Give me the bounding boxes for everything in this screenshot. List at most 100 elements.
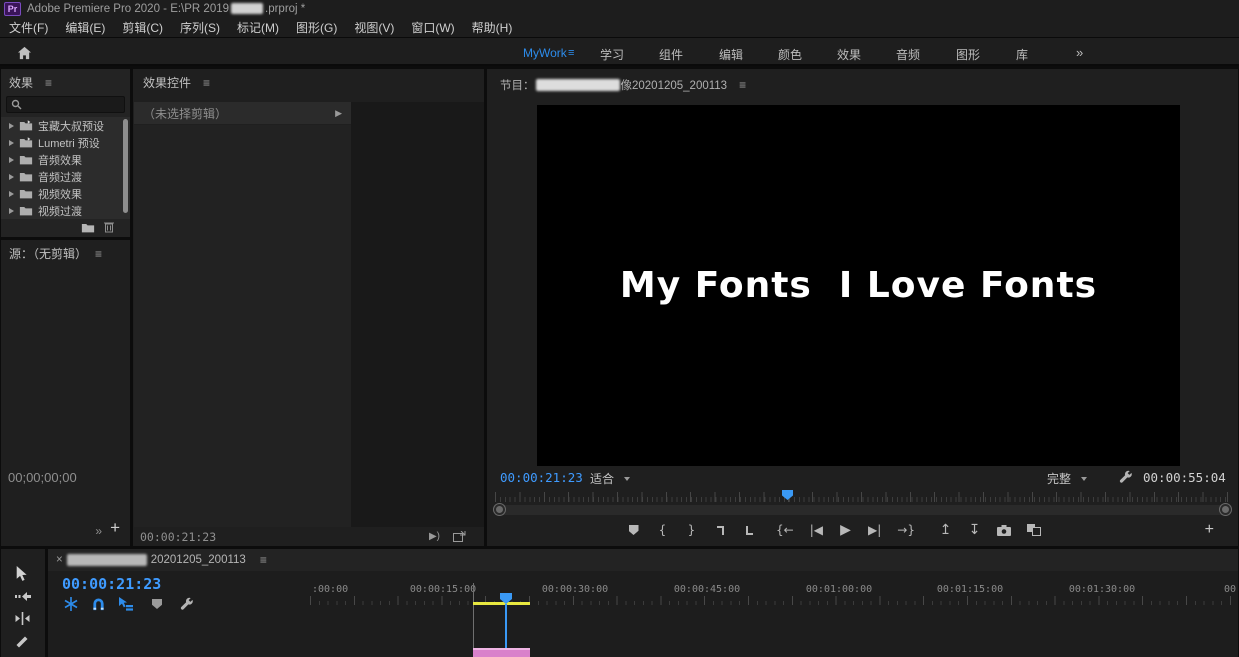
menu-window[interactable]: 窗口(W) [411, 19, 454, 36]
workspace-menu-icon[interactable]: ≡ [568, 47, 574, 59]
effects-bin-row[interactable]: Lumetri 预设 [1, 134, 130, 151]
ruler-label: 00:01:15:00 [936, 584, 1004, 595]
effects-bin-row[interactable]: 宝藏大叔预设 [1, 117, 130, 134]
selection-tool-icon[interactable] [14, 566, 29, 582]
linked-selection-icon[interactable] [118, 597, 133, 611]
close-icon[interactable]: × [56, 554, 63, 566]
bin-label: Lumetri 预设 [38, 137, 100, 150]
chevron-right-icon[interactable] [9, 122, 14, 129]
effects-search-input[interactable] [6, 96, 125, 113]
menu-clip[interactable]: 剪辑(C) [122, 19, 163, 36]
source-monitor-panel: 源：（无剪辑） ≡ 00;00;00;00 » + [1, 240, 130, 546]
play-clip-icon[interactable]: ▶) [429, 531, 440, 542]
ruler-label: 00:00:15:00 [409, 584, 477, 595]
selected-clip-bar[interactable] [473, 602, 530, 605]
source-overflow-icon[interactable]: » [95, 524, 102, 538]
workspace-tab-audio[interactable]: 音频 [896, 46, 920, 63]
chevron-right-icon[interactable] [9, 139, 14, 146]
menu-help[interactable]: 帮助(H) [472, 19, 513, 36]
search-icon [11, 99, 22, 110]
menu-sequence[interactable]: 序列(S) [180, 19, 220, 36]
program-title-suffix: 像20201205_200113 [620, 80, 728, 92]
workspace-tab-libraries[interactable]: 库 [1016, 46, 1028, 63]
bin-label: 视频过渡 [38, 205, 82, 218]
settings-wrench-icon[interactable] [1119, 470, 1132, 483]
menu-file[interactable]: 文件(F) [9, 19, 48, 36]
window-title-suffix: .prproj * [265, 2, 306, 15]
effects-panel-menu-icon[interactable]: ≡ [45, 76, 52, 90]
menu-graphics[interactable]: 图形(G) [296, 19, 337, 36]
go-to-previous-edit-icon[interactable] [743, 525, 756, 535]
button-editor-icon[interactable]: + [1205, 521, 1214, 539]
program-mini-ruler[interactable] [495, 490, 1230, 503]
chevron-down-icon [1081, 476, 1088, 481]
scrollbar-left-handle[interactable] [494, 504, 505, 515]
comparison-view-icon[interactable] [1026, 524, 1041, 536]
chevron-right-icon[interactable] [9, 190, 14, 197]
timeline-settings-wrench-icon[interactable] [180, 597, 193, 610]
new-custom-bin-icon[interactable] [81, 222, 95, 233]
extract-icon[interactable]: ↧ [968, 522, 981, 538]
export-frame-camera-icon[interactable] [996, 524, 1011, 536]
go-to-in-icon[interactable]: {← [776, 523, 794, 537]
step-back-icon[interactable]: |◀ [810, 523, 823, 537]
program-panel-menu-icon[interactable]: ≡ [739, 78, 746, 92]
home-icon[interactable] [12, 43, 36, 62]
export-frame-icon[interactable] [453, 531, 466, 542]
snap-magnet-icon[interactable] [92, 598, 105, 611]
chevron-right-icon[interactable] [9, 207, 14, 214]
go-to-out-icon[interactable]: →} [897, 523, 915, 537]
workspace-tab-editing[interactable]: 编辑 [719, 46, 743, 63]
scrollbar-right-handle[interactable] [1220, 504, 1231, 515]
chevron-right-icon[interactable] [9, 173, 14, 180]
expand-arrow-icon[interactable]: ▶ [335, 108, 342, 119]
effect-controls-menu-icon[interactable]: ≡ [203, 76, 210, 90]
workspace-tab-learning[interactable]: 学习 [600, 46, 624, 63]
workspace-tab-effects[interactable]: 效果 [837, 46, 861, 63]
graphics-clip[interactable] [473, 648, 530, 657]
workspace-tab-mywork[interactable]: MyWork [523, 46, 567, 60]
program-monitor-panel: 节目： 像20201205_200113 ≡ My Fonts I Love F… [487, 69, 1238, 546]
effects-scrollbar[interactable] [123, 119, 128, 213]
chevron-right-icon[interactable] [9, 156, 14, 163]
workspace-tab-graphics[interactable]: 图形 [956, 46, 980, 63]
delete-bin-icon[interactable] [104, 221, 114, 233]
button-editor-icon[interactable]: + [110, 518, 120, 538]
sequence-tab[interactable]: × 20201205_200113 ≡ [48, 549, 1238, 571]
source-panel-menu-icon[interactable]: ≡ [95, 247, 102, 261]
lift-icon[interactable]: ↥ [939, 522, 952, 538]
window-title-text: Adobe Premiere Pro 2020 - E:\PR 2019 [27, 2, 230, 15]
add-marker-icon[interactable] [152, 598, 162, 612]
timeline-panel-menu-icon[interactable]: ≡ [260, 553, 267, 567]
bin-label: 音频效果 [38, 154, 82, 167]
mark-out-icon[interactable]: } [685, 523, 698, 537]
effects-bin-row[interactable]: 音频过渡 [1, 168, 130, 185]
zoom-level-value: 适合 [590, 472, 615, 486]
menu-view[interactable]: 视图(V) [354, 19, 394, 36]
mark-in-icon[interactable]: { [656, 523, 669, 537]
insert-overwrite-as-nest-icon[interactable] [64, 597, 78, 611]
censored-region [535, 79, 620, 91]
zoom-level-dropdown[interactable]: 适合 [590, 470, 631, 487]
timeline-ruler-ticks[interactable] [310, 595, 1238, 606]
go-to-next-edit-icon[interactable] [714, 525, 727, 535]
play-button-icon[interactable]: ▶ [839, 522, 852, 538]
workspace-overflow-icon[interactable]: » [1076, 45, 1083, 60]
program-zoom-scrollbar[interactable] [494, 504, 1231, 515]
effects-bin-row[interactable]: 音频效果 [1, 151, 130, 168]
add-marker-icon[interactable] [627, 525, 640, 535]
program-video-frame: My Fonts I Love Fonts [537, 105, 1180, 466]
workspace-tab-assembly[interactable]: 组件 [659, 46, 683, 63]
razor-tool-icon[interactable] [14, 634, 29, 649]
workspace-tab-color[interactable]: 颜色 [778, 46, 802, 63]
effects-bin-row[interactable]: 视频过渡 [1, 202, 130, 219]
folder-icon [19, 190, 33, 199]
track-select-forward-tool-icon[interactable] [14, 590, 32, 603]
playback-resolution-dropdown[interactable]: 完整 [1047, 470, 1088, 487]
menu-markers[interactable]: 标记(M) [237, 19, 279, 36]
chevron-down-icon [624, 476, 631, 481]
menu-edit[interactable]: 编辑(E) [65, 19, 105, 36]
step-forward-icon[interactable]: ▶| [868, 523, 881, 537]
effects-bin-row[interactable]: 视频效果 [1, 185, 130, 202]
ripple-edit-tool-icon[interactable] [14, 612, 31, 625]
